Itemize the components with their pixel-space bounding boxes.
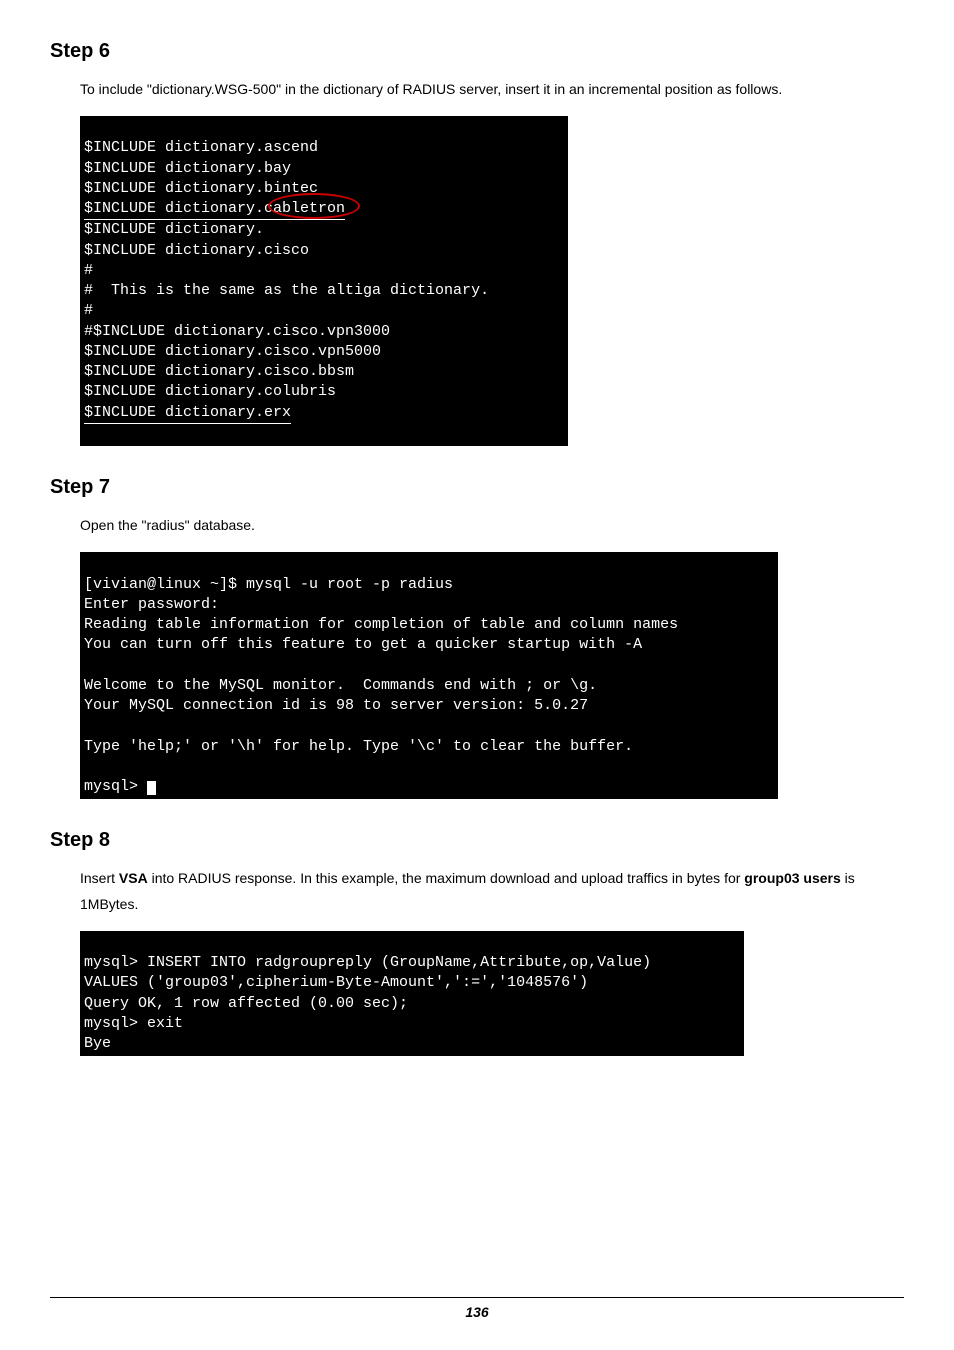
text-span: into RADIUS response. In this example, t… bbox=[148, 870, 745, 886]
terminal-line: $INCLUDE dictionary.cabletron bbox=[84, 199, 345, 220]
terminal-line: # This is the same as the altiga diction… bbox=[84, 282, 489, 299]
step7-paragraph: Open the "radius" database. bbox=[80, 513, 904, 538]
terminal-line: [vivian@linux ~]$ mysql -u root -p radiu… bbox=[84, 576, 453, 593]
step6-heading: Step 6 bbox=[50, 40, 904, 63]
terminal-line: $INCLUDE dictionary.erx bbox=[84, 403, 291, 424]
terminal-line: #$INCLUDE dictionary.cisco.vpn3000 bbox=[84, 323, 390, 340]
step7-heading: Step 7 bbox=[50, 476, 904, 499]
terminal-line: mysql> bbox=[84, 778, 147, 795]
step6-paragraph: To include "dictionary.WSG-500" in the d… bbox=[80, 77, 904, 102]
terminal-line: $INCLUDE dictionary.cisco.vpn5000 bbox=[84, 343, 381, 360]
terminal-line: Type 'help;' or '\h' for help. Type '\c'… bbox=[84, 738, 633, 755]
page-footer: 136 bbox=[50, 1297, 904, 1320]
terminal-line: Reading table information for completion… bbox=[84, 616, 678, 633]
text-bold: VSA bbox=[119, 870, 148, 886]
terminal-line: Welcome to the MySQL monitor. Commands e… bbox=[84, 677, 597, 694]
terminal-line: $INCLUDE dictionary. bbox=[84, 221, 264, 238]
terminal-line: $INCLUDE dictionary.cisco.bbsm bbox=[84, 363, 354, 380]
terminal-line: Your MySQL connection id is 98 to server… bbox=[84, 697, 588, 714]
terminal-line: # bbox=[84, 302, 93, 319]
step8-paragraph: Insert VSA into RADIUS response. In this… bbox=[80, 866, 904, 916]
step8-terminal: mysql> INSERT INTO radgroupreply (GroupN… bbox=[80, 931, 744, 1057]
step6-terminal: $INCLUDE dictionary.ascend $INCLUDE dict… bbox=[80, 116, 568, 446]
terminal-line: mysql> INSERT INTO radgroupreply (GroupN… bbox=[84, 954, 651, 971]
terminal-line: VALUES ('group03',cipherium-Byte-Amount'… bbox=[84, 974, 588, 991]
cursor-icon bbox=[147, 781, 156, 795]
terminal-line: Enter password: bbox=[84, 596, 219, 613]
terminal-line: # bbox=[84, 262, 93, 279]
terminal-line: $INCLUDE dictionary.ascend bbox=[84, 139, 318, 156]
text-bold: group03 users bbox=[744, 870, 840, 886]
terminal-line: Query OK, 1 row affected (0.00 sec); bbox=[84, 995, 408, 1012]
terminal-line: Bye bbox=[84, 1035, 111, 1052]
step8-heading: Step 8 bbox=[50, 829, 904, 852]
terminal-line: mysql> exit bbox=[84, 1015, 183, 1032]
page-number: 136 bbox=[465, 1304, 488, 1320]
terminal-line: $INCLUDE dictionary.colubris bbox=[84, 383, 336, 400]
text-span: Insert bbox=[80, 870, 119, 886]
terminal-line: You can turn off this feature to get a q… bbox=[84, 636, 642, 653]
terminal-line: $INCLUDE dictionary.cisco bbox=[84, 242, 309, 259]
terminal-line: $INCLUDE dictionary.bay bbox=[84, 160, 291, 177]
footer-rule bbox=[50, 1297, 904, 1298]
step7-terminal: [vivian@linux ~]$ mysql -u root -p radiu… bbox=[80, 552, 778, 799]
terminal-line: $INCLUDE dictionary.bintec bbox=[84, 180, 318, 197]
